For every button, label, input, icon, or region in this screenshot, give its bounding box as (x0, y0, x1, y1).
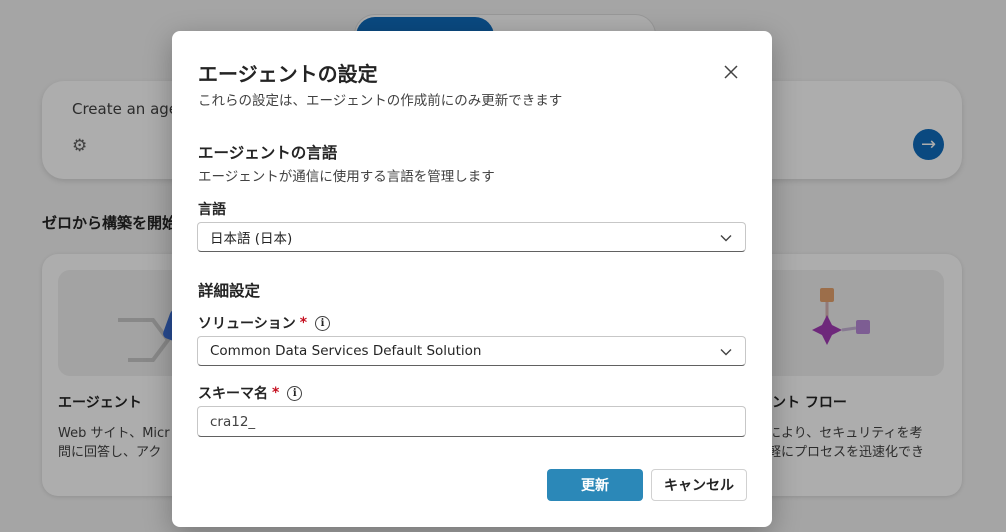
schema-label: スキーマ名 * i (198, 383, 303, 403)
info-icon[interactable]: i (315, 315, 331, 331)
solution-selected: Common Data Services Default Solution (210, 343, 482, 359)
close-icon (724, 65, 738, 79)
schema-value: cra12_ (210, 413, 256, 430)
dialog-title: エージェントの設定 (198, 62, 378, 86)
solution-dropdown[interactable]: Common Data Services Default Solution (197, 336, 746, 366)
info-icon[interactable]: i (287, 385, 303, 401)
close-button[interactable] (718, 59, 744, 85)
language-section-title: エージェントの言語 (198, 144, 338, 162)
required-marker: * (299, 315, 308, 331)
dialog-subtitle: これらの設定は、エージェントの作成前にのみ更新できます (198, 93, 563, 109)
chevron-down-icon (720, 235, 732, 242)
language-label: 言語 (198, 199, 226, 219)
language-section-subtitle: エージェントが通信に使用する言語を管理します (198, 169, 495, 185)
solution-label: ソリューション * i (198, 313, 331, 333)
cancel-button[interactable]: キャンセル (651, 469, 747, 501)
agent-settings-dialog: エージェントの設定 これらの設定は、エージェントの作成前にのみ更新できます エー… (172, 31, 772, 527)
language-label-text: 言語 (198, 202, 226, 218)
required-marker: * (272, 385, 280, 401)
language-selected: 日本語 (日本) (210, 231, 293, 247)
chevron-down-icon (720, 349, 732, 356)
solution-label-text: ソリューション (198, 316, 296, 332)
schema-label-text: スキーマ名 (198, 386, 268, 402)
update-button[interactable]: 更新 (547, 469, 643, 501)
advanced-section-title: 詳細設定 (198, 282, 261, 300)
schema-name-input[interactable]: cra12_ (197, 406, 746, 437)
language-dropdown[interactable]: 日本語 (日本) (197, 222, 746, 252)
